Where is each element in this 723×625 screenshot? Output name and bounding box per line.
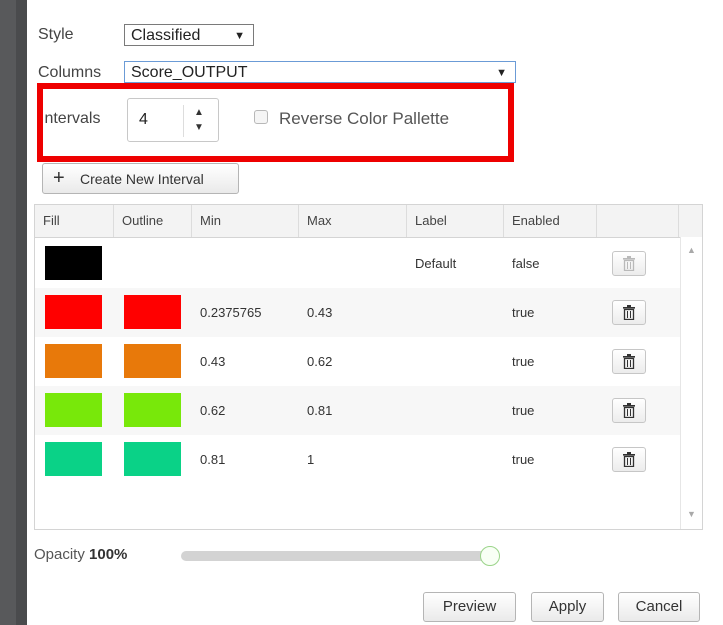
table-row[interactable]: 0.62 0.81 true <box>35 386 680 435</box>
max-cell[interactable]: 0.43 <box>299 288 332 337</box>
scroll-up-icon[interactable]: ▲ <box>687 245 696 255</box>
min-cell[interactable]: 0.2375765 <box>192 288 261 337</box>
min-cell[interactable]: 0.62 <box>192 386 225 435</box>
enabled-cell[interactable]: true <box>504 288 534 337</box>
label-cell[interactable] <box>407 435 415 484</box>
fill-swatch[interactable] <box>45 246 102 280</box>
max-cell[interactable] <box>299 239 307 288</box>
min-cell[interactable]: 0.43 <box>192 337 225 386</box>
header-max[interactable]: Max <box>299 205 407 237</box>
opacity-label: Opacity 100% <box>34 546 127 563</box>
table-row[interactable]: 0.81 1 true <box>35 435 680 484</box>
columns-label: Columns <box>38 64 102 81</box>
delete-row-button[interactable] <box>612 447 646 472</box>
cancel-button[interactable]: Cancel <box>618 592 700 622</box>
max-cell[interactable]: 0.81 <box>299 386 332 435</box>
fill-swatch[interactable] <box>45 442 102 476</box>
enabled-cell[interactable]: true <box>504 435 534 484</box>
plus-icon: + <box>53 167 65 189</box>
header-fill[interactable]: Fill <box>35 205 114 237</box>
columns-select[interactable]: Score_OUTPUT ▼ <box>124 61 516 83</box>
outline-swatch[interactable] <box>124 393 181 427</box>
opacity-label-text: Opacity <box>34 546 85 563</box>
enabled-cell[interactable]: true <box>504 337 534 386</box>
preview-button[interactable]: Preview <box>423 592 516 622</box>
outline-swatch[interactable] <box>124 442 181 476</box>
opacity-value: 100% <box>89 546 128 563</box>
opacity-slider-track[interactable] <box>181 551 497 561</box>
columns-select-value: Score_OUTPUT <box>131 64 248 81</box>
enabled-cell[interactable]: false <box>504 239 539 288</box>
label-cell[interactable] <box>407 337 415 386</box>
fill-swatch[interactable] <box>45 295 102 329</box>
apply-button[interactable]: Apply <box>531 592 604 622</box>
style-label: Style <box>38 26 74 43</box>
chevron-down-icon: ▼ <box>234 30 245 42</box>
create-interval-button[interactable]: + Create New Interval <box>42 163 239 194</box>
table-scrollbar[interactable]: ▲ ▼ <box>680 237 702 529</box>
chevron-down-icon: ▼ <box>496 67 507 79</box>
highlight-annotation <box>37 83 514 162</box>
dialog-shadow <box>16 0 27 625</box>
header-enabled[interactable]: Enabled <box>504 205 597 237</box>
style-select-value: Classified <box>131 27 201 44</box>
delete-row-button[interactable] <box>612 349 646 374</box>
min-cell[interactable] <box>192 239 200 288</box>
style-select[interactable]: Classified ▼ <box>124 24 254 46</box>
label-cell[interactable]: Default <box>407 239 456 288</box>
header-min[interactable]: Min <box>192 205 299 237</box>
label-cell[interactable] <box>407 288 415 337</box>
delete-row-button[interactable] <box>612 398 646 423</box>
intervals-table: Fill Outline Min Max Label Enabled Defau… <box>34 204 703 530</box>
delete-row-button[interactable] <box>612 300 646 325</box>
outline-swatch[interactable] <box>124 295 181 329</box>
delete-row-button[interactable] <box>612 251 646 276</box>
table-row[interactable]: 0.2375765 0.43 true <box>35 288 680 337</box>
header-label[interactable]: Label <box>407 205 504 237</box>
header-outline[interactable]: Outline <box>114 205 192 237</box>
scroll-down-icon[interactable]: ▼ <box>687 509 696 519</box>
fill-swatch[interactable] <box>45 344 102 378</box>
table-header: Fill Outline Min Max Label Enabled <box>35 205 702 238</box>
max-cell[interactable]: 0.62 <box>299 337 332 386</box>
min-cell[interactable]: 0.81 <box>192 435 225 484</box>
table-row[interactable]: 0.43 0.62 true <box>35 337 680 386</box>
max-cell[interactable]: 1 <box>299 435 314 484</box>
create-interval-label: Create New Interval <box>80 171 204 187</box>
label-cell[interactable] <box>407 386 415 435</box>
table-row[interactable]: Default false <box>35 239 680 288</box>
fill-swatch[interactable] <box>45 393 102 427</box>
header-actions <box>597 205 679 237</box>
enabled-cell[interactable]: true <box>504 386 534 435</box>
outline-swatch[interactable] <box>124 344 181 378</box>
opacity-slider-handle[interactable] <box>480 546 500 566</box>
